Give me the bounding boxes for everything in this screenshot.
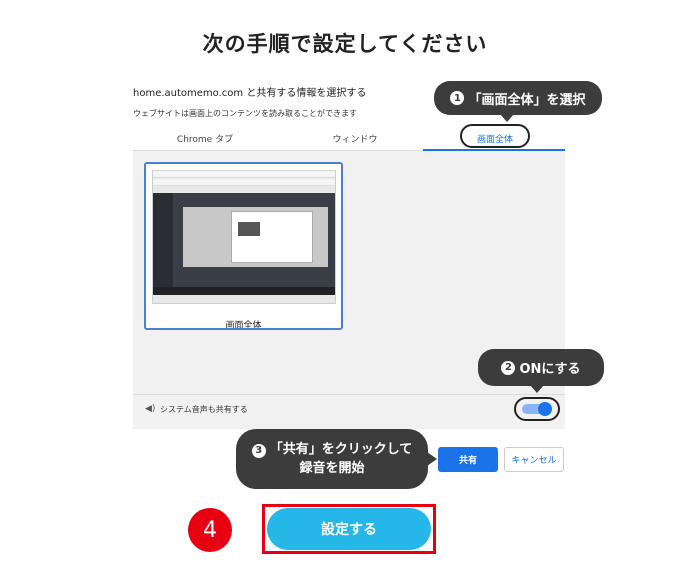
step-3-text-line1: 「共有」をクリックして bbox=[269, 442, 413, 457]
step-4-badge: 4 bbox=[188, 508, 232, 552]
share-button[interactable]: 共有 bbox=[438, 447, 498, 472]
preview-browser-bar bbox=[153, 171, 335, 178]
dialog-description: ウェブサイトは画面上のコンテンツを読み取ることができます bbox=[133, 109, 357, 118]
tab-chrome-tab[interactable]: Chrome タブ bbox=[133, 132, 277, 145]
tab-highlight-ring bbox=[460, 124, 530, 148]
thumbnail-label: 画面全体 bbox=[225, 321, 262, 330]
dialog-prompt: home.automemo.com と共有する情報を選択する bbox=[133, 88, 367, 99]
preview-sidebar bbox=[153, 193, 173, 287]
page-title: 次の手順で設定してください bbox=[202, 32, 488, 56]
step-2-number: 2 bbox=[501, 360, 516, 375]
preview-address-bar bbox=[153, 179, 335, 186]
callout-step-3: 3 「共有」をクリックして 録音を開始 bbox=[236, 429, 428, 489]
preview-app-window bbox=[153, 193, 335, 287]
audio-share-label: システム音声も共有する bbox=[160, 405, 248, 414]
callout-3-pointer bbox=[427, 452, 437, 466]
preview-dialog bbox=[231, 211, 313, 263]
preview-taskbar bbox=[153, 287, 335, 295]
screen-preview bbox=[152, 170, 336, 304]
step-3-number: 3 bbox=[251, 443, 266, 458]
callout-step-1: 1 「画面全体」を選択 bbox=[434, 81, 602, 115]
callout-2-pointer bbox=[530, 385, 544, 393]
settings-button[interactable]: 設定する bbox=[267, 508, 431, 550]
tab-window[interactable]: ウィンドウ bbox=[283, 132, 427, 145]
callout-1-pointer bbox=[500, 114, 514, 122]
preview-panel bbox=[183, 207, 328, 267]
toggle-highlight-ring bbox=[514, 397, 560, 421]
speaker-icon: ◀) bbox=[145, 404, 156, 414]
callout-step-2: 2 ONにする bbox=[478, 349, 604, 386]
pane-divider bbox=[133, 394, 565, 395]
cancel-button[interactable]: キャンセル bbox=[504, 447, 564, 472]
step-3-text-line2: 録音を開始 bbox=[299, 461, 365, 476]
step-1-number: 1 bbox=[450, 91, 465, 105]
step-2-text: ONにする bbox=[519, 362, 581, 377]
step-1-text: 「画面全体」を選択 bbox=[468, 92, 586, 108]
screen-thumbnail[interactable]: 画面全体 bbox=[144, 162, 343, 330]
preview-mini-thumb bbox=[238, 222, 260, 236]
